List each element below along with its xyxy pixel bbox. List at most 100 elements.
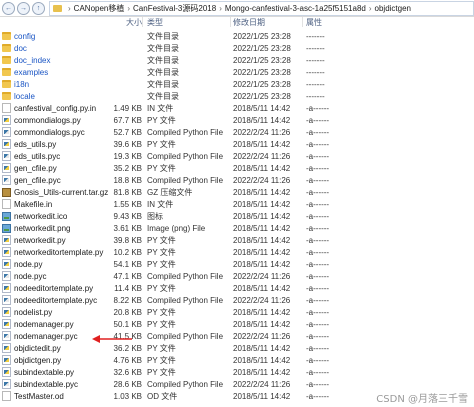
file-attr: -a------	[306, 259, 330, 269]
file-row[interactable]: networkeditortemplate.py 10.2 KB PY 文件 2018…	[0, 246, 474, 258]
file-type: IN 文件	[147, 103, 174, 113]
file-row[interactable]: eds_utils.pyc 19.3 KB Compiled Python File…	[0, 150, 474, 162]
file-name[interactable]: nodeeditortemplate.pyc	[14, 296, 97, 305]
file-name[interactable]: networkedit.ico	[14, 212, 67, 221]
file-name[interactable]: subindextable.pyc	[14, 380, 78, 389]
file-row[interactable]: subindextable.pyc 28.6 KB Compiled Python …	[0, 378, 474, 390]
file-row[interactable]: canfestival_config.py.in 1.49 KB IN 文件 2018…	[0, 102, 474, 114]
file-row[interactable]: nodelist.py 20.8 KB PY 文件 2018/5/11 14:42 -a…	[0, 306, 474, 318]
python-file-icon	[2, 355, 11, 365]
file-name[interactable]: networkedit.png	[14, 224, 70, 233]
file-row[interactable]: objdictedit.py 36.2 KB PY 文件 2018/5/11 14:4…	[0, 342, 474, 354]
file-date: 2018/5/11 14:42	[233, 247, 291, 257]
column-header-size[interactable]: 大小	[108, 17, 142, 28]
file-name[interactable]: nodemanager.py	[14, 320, 74, 329]
image-icon	[2, 211, 11, 221]
file-name[interactable]: canfestival_config.py.in	[14, 104, 96, 113]
file-row[interactable]: nodeeditortemplate.pyc 8.22 KB Compiled Py…	[0, 294, 474, 306]
file-row[interactable]: commondialogs.pyc 52.7 KB Compiled Python …	[0, 126, 474, 138]
up-arrow-icon[interactable]: ↑	[32, 1, 45, 15]
file-row[interactable]: gen_cfile.py 35.2 KB PY 文件 2018/5/11 14:42 -…	[0, 162, 474, 174]
file-row[interactable]: subindextable.py 32.6 KB PY 文件 2018/5/11 14…	[0, 366, 474, 378]
compiled-python-icon	[2, 295, 11, 305]
file-name[interactable]: config	[14, 32, 35, 41]
file-name[interactable]: commondialogs.py	[14, 116, 81, 125]
file-row[interactable]: commondialogs.py 67.7 KB PY 文件 2018/5/11 14…	[0, 114, 474, 126]
file-name[interactable]: gen_cfile.py	[14, 164, 57, 173]
file-row[interactable]: Gnosis_Utils-current.tar.gz 81.8 KB GZ 压缩文…	[0, 186, 474, 198]
compiled-python-icon	[2, 127, 11, 137]
file-name[interactable]: doc_index	[14, 56, 50, 65]
forward-arrow-icon[interactable]: →	[17, 1, 30, 15]
column-header-type[interactable]: 类型	[142, 17, 230, 28]
file-date: 2022/2/24 11:26	[233, 127, 291, 137]
file-name[interactable]: eds_utils.py	[14, 140, 56, 149]
file-row[interactable]: eds_utils.py 39.6 KB PY 文件 2018/5/11 14:42 -…	[0, 138, 474, 150]
file-row[interactable]: node.pyc 47.1 KB Compiled Python File 2022/…	[0, 270, 474, 282]
breadcrumb-item[interactable]: Mongo-canfestival-3-asc-1a25f5151a8d	[225, 4, 366, 13]
file-type: PY 文件	[147, 115, 176, 125]
file-name[interactable]: examples	[14, 68, 48, 77]
file-name[interactable]: nodemanager.pyc	[14, 332, 78, 341]
file-name[interactable]: gen_cfile.pyc	[14, 176, 61, 185]
file-name[interactable]: objdictgen.py	[14, 356, 61, 365]
file-name[interactable]: subindextable.py	[14, 368, 74, 377]
file-row[interactable]: networkedit.png 3.61 KB Image (png) File 20…	[0, 222, 474, 234]
column-divider[interactable]	[302, 17, 303, 27]
file-name[interactable]: node.pyc	[14, 272, 46, 281]
breadcrumb-item[interactable]: CanFestival-3源码2018	[133, 3, 216, 14]
file-name-cell: networkedit.py	[0, 235, 108, 245]
file-size: 50.1 KB	[113, 319, 142, 329]
python-file-icon	[2, 139, 11, 149]
file-date: 2018/5/11 14:42	[233, 199, 291, 209]
file-row[interactable]: examples 文件目录 2022/1/25 23:28 -------	[0, 66, 474, 78]
file-name[interactable]: Gnosis_Utils-current.tar.gz	[14, 188, 108, 197]
file-name[interactable]: nodelist.py	[14, 308, 52, 317]
file-date: 2018/5/11 14:42	[233, 163, 291, 173]
file-row[interactable]: i18n 文件目录 2022/1/25 23:28 -------	[0, 78, 474, 90]
file-name-cell: nodeeditortemplate.py	[0, 283, 108, 293]
file-name[interactable]: nodeeditortemplate.py	[14, 284, 93, 293]
column-header-date[interactable]: 修改日期	[230, 17, 302, 28]
file-date: 2022/2/24 11:26	[233, 151, 291, 161]
compiled-python-icon	[2, 271, 11, 281]
file-row[interactable]: objdictgen.py 4.76 KB PY 文件 2018/5/11 14:42…	[0, 354, 474, 366]
file-name[interactable]: Makefile.in	[14, 200, 52, 209]
breadcrumb-item[interactable]: objdictgen	[375, 4, 411, 13]
file-row[interactable]: nodemanager.py 50.1 KB PY 文件 2018/5/11 14:4…	[0, 318, 474, 330]
folder-icon	[53, 4, 62, 12]
file-row[interactable]: gen_cfile.pyc 18.8 KB Compiled Python File…	[0, 174, 474, 186]
file-date: 2022/1/25 23:28	[233, 79, 291, 89]
file-name[interactable]: locale	[14, 92, 35, 101]
column-header-attr[interactable]: 属性	[302, 17, 342, 28]
file-name[interactable]: networkedit.py	[14, 236, 66, 245]
back-arrow-icon[interactable]: ←	[2, 1, 15, 15]
file-name[interactable]: eds_utils.pyc	[14, 152, 60, 161]
column-divider[interactable]	[142, 17, 143, 27]
file-row[interactable]: networkedit.ico 9.43 KB 图标 2018/5/11 14:42 -…	[0, 210, 474, 222]
file-row[interactable]: node.py 54.1 KB PY 文件 2018/5/11 14:42 -a----…	[0, 258, 474, 270]
file-name[interactable]: doc	[14, 44, 27, 53]
file-size: 19.3 KB	[113, 151, 142, 161]
file-row[interactable]: locale 文件目录 2022/1/25 23:28 -------	[0, 90, 474, 102]
file-row[interactable]: nodemanager.pyc 41.5 KB Compiled Python Fi…	[0, 330, 474, 342]
file-date: 2022/1/25 23:28	[233, 67, 291, 77]
file-name[interactable]: commondialogs.pyc	[14, 128, 85, 137]
file-row[interactable]: config 文件目录 2022/1/25 23:28 -------	[0, 30, 474, 42]
file-row[interactable]: networkedit.py 39.8 KB PY 文件 2018/5/11 14:4…	[0, 234, 474, 246]
folder-icon	[2, 56, 11, 64]
file-name[interactable]: TestMaster.od	[14, 392, 64, 401]
file-row[interactable]: doc_index 文件目录 2022/1/25 23:28 -------	[0, 54, 474, 66]
column-divider[interactable]	[230, 17, 231, 27]
breadcrumb[interactable]: › CANopen移植 › CanFestival-3源码2018 › Mong…	[49, 0, 474, 16]
breadcrumb-item[interactable]: CANopen移植	[74, 3, 125, 14]
file-row[interactable]: nodeeditortemplate.py 11.4 KB PY 文件 2018/5/…	[0, 282, 474, 294]
file-size: 1.55 KB	[113, 199, 142, 209]
file-date: 2018/5/11 14:42	[233, 319, 291, 329]
file-name[interactable]: node.py	[14, 260, 42, 269]
file-name[interactable]: networkeditortemplate.py	[14, 248, 103, 257]
file-name[interactable]: i18n	[14, 80, 29, 89]
file-row[interactable]: Makefile.in 1.55 KB IN 文件 2018/5/11 14:42 -a…	[0, 198, 474, 210]
file-row[interactable]: doc 文件目录 2022/1/25 23:28 -------	[0, 42, 474, 54]
file-name[interactable]: objdictedit.py	[14, 344, 61, 353]
